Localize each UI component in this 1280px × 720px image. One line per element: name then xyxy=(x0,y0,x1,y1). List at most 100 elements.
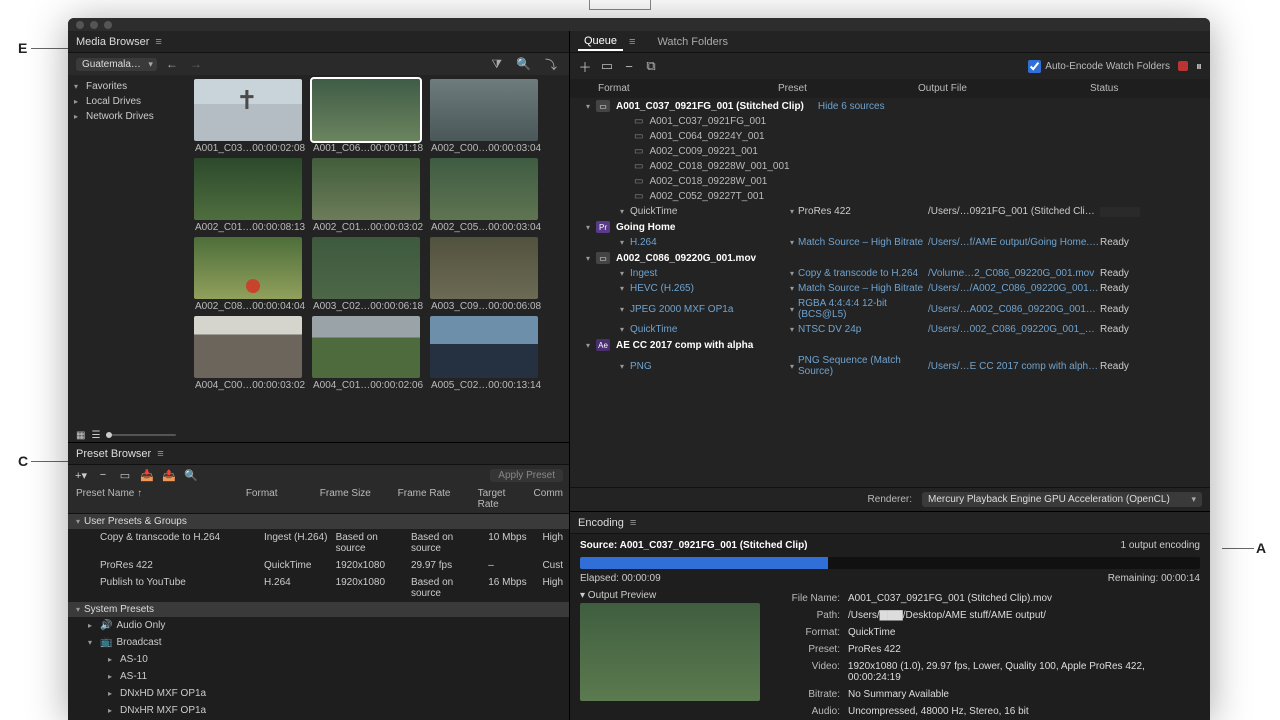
search-icon[interactable]: 🔍 xyxy=(512,57,535,71)
queue-output-preset[interactable]: Match Source – High Bitrate xyxy=(798,237,923,248)
queue-item-header[interactable]: ▾▭A001_C037_0921FG_001 (Stitched Clip)Hi… xyxy=(586,98,1210,114)
queue-item-header[interactable]: ▾AeAE CC 2017 comp with alpha xyxy=(586,337,1210,353)
queue-output-file[interactable]: /Volume…2_C086_09220G_001.mov xyxy=(928,268,1100,279)
queue-output-format[interactable]: H.264 xyxy=(630,237,790,248)
media-thumb[interactable]: A002_C00…00:00:03:04 xyxy=(430,79,538,154)
new-preset-icon[interactable]: +▾ xyxy=(74,469,88,482)
media-thumb[interactable]: A003_C02…00:00:06:18 xyxy=(312,237,420,312)
queue-output-preset[interactable]: ProRes 422 xyxy=(798,206,851,217)
media-thumb[interactable]: A003_C09…00:00:06:08 xyxy=(430,237,538,312)
preset-row[interactable]: Publish to YouTubeH.2641920x1080Based on… xyxy=(68,574,569,602)
queue-output-file[interactable]: /Users/…A002_C086_09220G_001_1.mxf xyxy=(928,304,1100,315)
apply-preset-button[interactable]: Apply Preset xyxy=(490,469,563,482)
thumb-view-icon[interactable]: ▦ xyxy=(76,430,85,441)
pause-button[interactable]: ⏸ xyxy=(1196,59,1202,74)
media-thumb[interactable]: A002_C01…00:00:08:13 xyxy=(194,158,302,233)
stop-button[interactable] xyxy=(1178,61,1188,71)
panel-menu-icon[interactable]: ≡ xyxy=(157,448,163,460)
queue-output-preset[interactable]: PNG Sequence (Match Source) xyxy=(798,355,928,377)
minimize-dot[interactable] xyxy=(90,21,98,29)
queue-output-row[interactable]: ▾PNG▾PNG Sequence (Match Source)/Users/…… xyxy=(586,353,1210,379)
queue-output-preset[interactable]: Copy & transcode to H.264 xyxy=(798,268,918,279)
queue-source-row[interactable]: ▭A002_C052_09227T_001 xyxy=(586,189,1210,204)
media-thumb[interactable]: A001_C06…00:00:01:18 xyxy=(312,79,420,154)
delete-preset-icon[interactable]: − xyxy=(96,469,110,481)
queue-source-row[interactable]: ▭A002_C009_09221_001 xyxy=(586,144,1210,159)
close-dot[interactable] xyxy=(76,21,84,29)
import-preset-icon[interactable]: 📥 xyxy=(140,469,154,482)
queue-source-row[interactable]: ▭A002_C018_09228W_001_001 xyxy=(586,159,1210,174)
queue-output-format[interactable]: JPEG 2000 MXF OP1a xyxy=(630,304,790,315)
queue-output-format[interactable]: QuickTime xyxy=(630,324,790,335)
tree-network-drives[interactable]: ▸Network Drives xyxy=(74,109,184,124)
preset-row[interactable]: Copy & transcode to H.264Ingest (H.264)B… xyxy=(68,529,569,557)
ingest-icon[interactable]: ⤵ xyxy=(541,56,561,73)
renderer-dropdown[interactable]: Mercury Playback Engine GPU Acceleration… xyxy=(922,492,1202,507)
queue-output-row[interactable]: ▾HEVC (H.265)▾Match Source – High Bitrat… xyxy=(586,281,1210,296)
queue-source-row[interactable]: ▭A001_C037_0921FG_001 xyxy=(586,114,1210,129)
media-thumb[interactable]: A005_C02…00:00:13:14 xyxy=(430,316,538,391)
media-thumb[interactable]: A002_C05…00:00:03:04 xyxy=(430,158,538,233)
remove-icon[interactable]: − xyxy=(622,59,636,74)
preset-settings-icon[interactable]: ▭ xyxy=(118,469,132,482)
queue-output-preset[interactable]: Match Source – High Bitrate xyxy=(798,283,923,294)
preset-row[interactable]: ProRes 422QuickTime1920x108029.97 fps–Cu… xyxy=(68,557,569,574)
queue-output-format[interactable]: Ingest xyxy=(630,268,790,279)
preset-broadcast[interactable]: ▾📺 Broadcast xyxy=(68,634,569,651)
thumb-size-slider[interactable] xyxy=(106,434,176,436)
export-preset-icon[interactable]: 📤 xyxy=(162,469,176,482)
queue-output-row[interactable]: ▾QuickTime▾ProRes 422/Users/…0921FG_001 … xyxy=(586,204,1210,219)
queue-output-row[interactable]: ▾JPEG 2000 MXF OP1a▾RGBA 4:4:4:4 12-bit … xyxy=(586,296,1210,322)
queue-source-row[interactable]: ▭A002_C018_09228W_001 xyxy=(586,174,1210,189)
queue-item-header[interactable]: ▾▭A002_C086_09220G_001.mov xyxy=(586,250,1210,266)
preset-group-system[interactable]: ▾ System Presets xyxy=(68,602,569,617)
queue-output-file[interactable]: /Users/…/A002_C086_09220G_001.mp4 xyxy=(928,283,1100,294)
auto-encode-checkbox[interactable]: Auto-Encode Watch Folders xyxy=(1028,60,1170,73)
preset-sys-item[interactable]: ▸DNxHD MXF OP1a xyxy=(68,685,569,702)
zoom-dot[interactable] xyxy=(104,21,112,29)
queue-source-row[interactable]: ▭A001_C064_09224Y_001 xyxy=(586,129,1210,144)
filter-icon[interactable]: ⧩ xyxy=(487,57,506,72)
window-titlebar[interactable] xyxy=(68,18,1210,31)
queue-output-preset[interactable]: RGBA 4:4:4:4 12-bit (BCS@L5) xyxy=(798,298,928,320)
preset-search-icon[interactable]: 🔍 xyxy=(184,469,198,482)
media-thumb[interactable]: A001_C03…00:00:02:08 xyxy=(194,79,302,154)
media-thumb[interactable]: A002_C08…00:00:04:04 xyxy=(194,237,302,312)
list-view-icon[interactable]: ☰ xyxy=(91,430,100,441)
preset-sys-item[interactable]: ▸AS-10 xyxy=(68,651,569,668)
preset-audio-only[interactable]: ▸🔊 Audio Only xyxy=(68,617,569,634)
queue-output-file[interactable]: /Users/…0921FG_001 (Stitched Clip).mov xyxy=(928,206,1100,217)
queue-output-file[interactable]: /Users/…E CC 2017 comp with alpha.png xyxy=(928,361,1100,372)
tab-queue[interactable]: Queue xyxy=(578,33,623,51)
output-preview-label[interactable]: ▾ Output Preview xyxy=(580,590,760,601)
queue-output-file[interactable]: /Users/…002_C086_09220G_001_2.mov xyxy=(928,324,1100,335)
panel-menu-icon[interactable]: ≡ xyxy=(155,36,161,48)
queue-output-format[interactable]: QuickTime xyxy=(630,206,790,217)
queue-item-header[interactable]: ▾PrGoing Home xyxy=(586,219,1210,235)
queue-output-format[interactable]: PNG xyxy=(630,361,790,372)
location-dropdown[interactable]: Guatemala… xyxy=(76,58,157,71)
preset-sys-item[interactable]: ▸AS-11 xyxy=(68,668,569,685)
hide-sources-link[interactable]: Hide 6 sources xyxy=(818,101,885,112)
panel-menu-icon[interactable]: ≡ xyxy=(629,36,635,48)
queue-output-row[interactable]: ▾QuickTime▾NTSC DV 24p/Users/…002_C086_0… xyxy=(586,322,1210,337)
tree-local-drives[interactable]: ▸Local Drives xyxy=(74,94,184,109)
tree-favorites[interactable]: ▾Favorites xyxy=(74,79,184,94)
media-thumb[interactable]: A002_C01…00:00:03:02 xyxy=(312,158,420,233)
nav-forward-icon[interactable]: → xyxy=(187,57,205,71)
preset-sys-item[interactable]: ▸DNxHR MXF OP1a xyxy=(68,702,569,719)
queue-output-file[interactable]: /Users/…f/AME output/Going Home.mp4 xyxy=(928,237,1100,248)
panel-menu-icon[interactable]: ≡ xyxy=(630,517,636,529)
nav-back-icon[interactable]: ← xyxy=(163,57,181,71)
add-source-icon[interactable]: ＋ xyxy=(578,57,592,76)
duplicate-icon[interactable]: ⧉ xyxy=(644,58,658,74)
media-thumb[interactable]: A004_C00…00:00:03:02 xyxy=(194,316,302,391)
tab-watch-folders[interactable]: Watch Folders xyxy=(651,34,734,50)
queue-output-preset[interactable]: NTSC DV 24p xyxy=(798,324,861,335)
add-output-icon[interactable]: ▭ xyxy=(600,58,614,74)
queue-output-format[interactable]: HEVC (H.265) xyxy=(630,283,790,294)
queue-output-row[interactable]: ▾H.264▾Match Source – High Bitrate/Users… xyxy=(586,235,1210,250)
queue-output-row[interactable]: ▾Ingest▾Copy & transcode to H.264/Volume… xyxy=(586,266,1210,281)
media-thumb[interactable]: A004_C01…00:00:02:06 xyxy=(312,316,420,391)
preset-group-user[interactable]: ▾ User Presets & Groups xyxy=(68,514,569,529)
